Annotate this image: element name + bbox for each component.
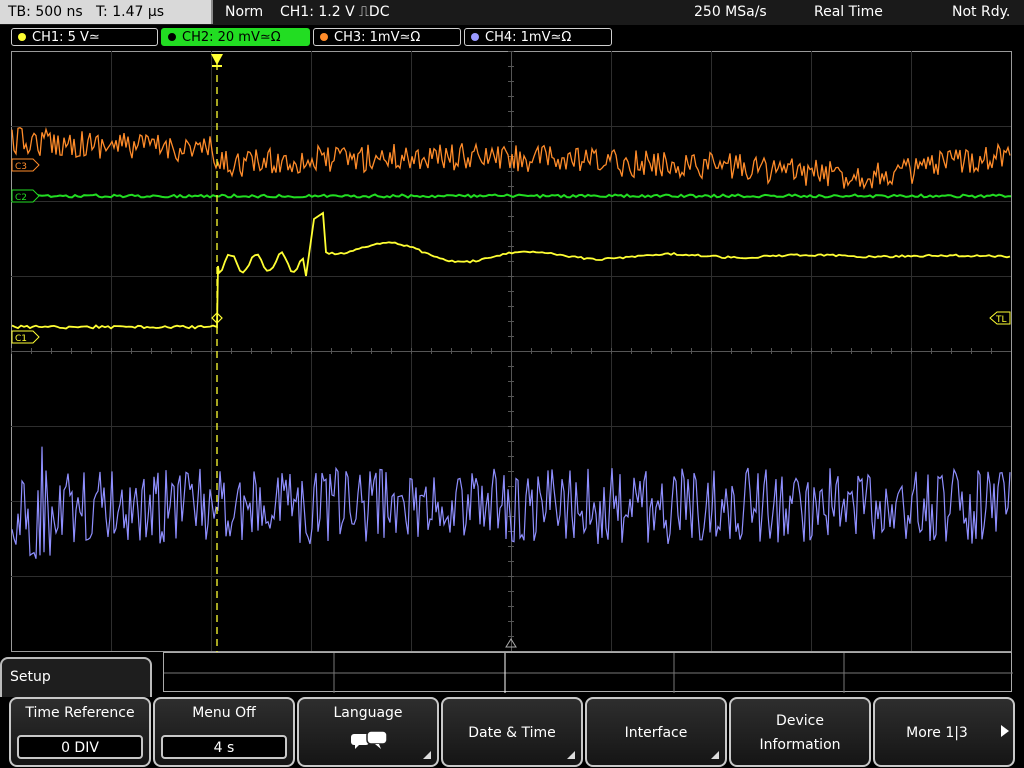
- ch2-marker-label: C2: [15, 193, 27, 203]
- date-time-softkey[interactable]: Date & Time: [441, 697, 583, 767]
- timebase-box[interactable]: TB: 500 ns T: 1.47 µs: [0, 0, 213, 24]
- ch3-marker-label: C3: [15, 162, 27, 172]
- ch3-label: CH3: 1mV≃Ω: [334, 30, 421, 45]
- channel-tabs: CH1: 5 V≃ CH2: 20 mV≃Ω CH3: 1mV≃Ω CH4: 1…: [0, 26, 1024, 48]
- more-label: More 1|3: [906, 725, 968, 741]
- trigger-marker-bar: [212, 65, 222, 67]
- menu-title-tab: Setup: [0, 657, 152, 697]
- trigger-status: Not Rdy.: [952, 4, 1011, 20]
- timebase-value: TB: 500 ns: [8, 4, 83, 20]
- ch1-marker-label: C1: [15, 334, 27, 344]
- ch2-color-dot: [168, 33, 176, 41]
- time-reference-label: Time Reference: [25, 705, 135, 721]
- ch1-color-dot: [18, 33, 26, 41]
- device-information-label-2: Information: [759, 737, 841, 753]
- next-page-arrow-icon: [1001, 725, 1009, 737]
- ch3-color-dot: [320, 33, 328, 41]
- menu-off-softkey[interactable]: Menu Off 4 s: [153, 697, 295, 767]
- status-bar: TB: 500 ns T: 1.47 µs Norm CH1: 1.2 V ⎍D…: [0, 0, 1024, 25]
- more-softkey[interactable]: More 1|3: [873, 697, 1015, 767]
- ch4-label: CH4: 1mV≃Ω: [485, 30, 572, 45]
- interface-submenu-indicator: [711, 751, 719, 759]
- waveform-svg: C3 C2 C1 TL: [11, 51, 1012, 652]
- speech-bubbles-icon: [351, 730, 388, 749]
- menu-title: Setup: [10, 669, 51, 685]
- sample-rate: 250 MSa/s: [694, 4, 767, 20]
- device-information-label-1: Device: [776, 713, 824, 729]
- ch4-color-dot: [471, 33, 479, 41]
- time-reference-softkey[interactable]: Time Reference 0 DIV: [9, 697, 151, 767]
- channel-tab-ch3[interactable]: CH3: 1mV≃Ω: [313, 28, 461, 46]
- zoom-strip-grid: [164, 653, 1013, 693]
- channel-tab-ch4[interactable]: CH4: 1mV≃Ω: [464, 28, 612, 46]
- device-information-softkey[interactable]: Device Information: [729, 697, 871, 767]
- time-reference-value: 0 DIV: [17, 735, 143, 759]
- language-submenu-indicator: [423, 751, 431, 759]
- waveform-display[interactable]: C3 C2 C1 TL: [11, 51, 1012, 652]
- channel-tab-ch1[interactable]: CH1: 5 V≃: [11, 28, 158, 46]
- trigger-level-label: TL: [995, 315, 1007, 325]
- softkey-bar: Time Reference 0 DIV Menu Off 4 s Langua…: [0, 697, 1024, 768]
- interface-softkey[interactable]: Interface: [585, 697, 727, 767]
- menu-off-label: Menu Off: [192, 705, 256, 721]
- date-time-submenu-indicator: [567, 751, 575, 759]
- zoom-overview-strip: [163, 652, 1013, 693]
- interface-label: Interface: [624, 725, 688, 741]
- trigger-settings: CH1: 1.2 V ⎍DC: [280, 4, 390, 20]
- ch2-label: CH2: 20 mV≃Ω: [182, 30, 281, 45]
- language-label: Language: [333, 705, 403, 721]
- trigger-mode: Norm: [225, 4, 264, 20]
- acquisition-mode: Real Time: [814, 4, 883, 20]
- language-softkey[interactable]: Language: [297, 697, 439, 767]
- channel-tab-ch2[interactable]: CH2: 20 mV≃Ω: [161, 28, 310, 46]
- menu-off-value: 4 s: [161, 735, 287, 759]
- trigger-time-value: T: 1.47 µs: [96, 4, 165, 20]
- ch1-label: CH1: 5 V≃: [32, 30, 100, 45]
- date-time-label: Date & Time: [468, 725, 556, 741]
